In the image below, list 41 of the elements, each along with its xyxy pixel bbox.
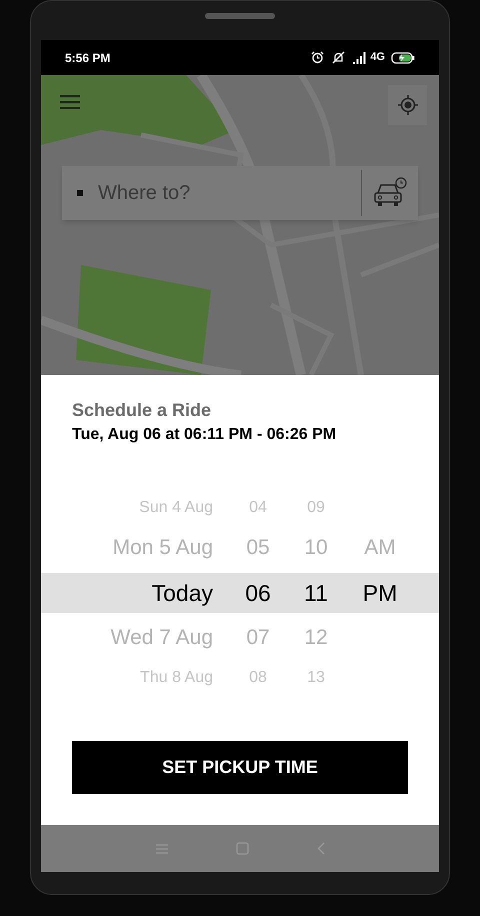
search-field[interactable]: Where to? bbox=[62, 166, 418, 220]
car-clock-icon[interactable] bbox=[372, 177, 408, 209]
battery-charging-icon bbox=[391, 52, 415, 64]
picker-value[interactable]: 07 bbox=[246, 626, 270, 650]
square-bullet-icon bbox=[77, 190, 83, 196]
picker-value[interactable]: 09 bbox=[307, 499, 325, 516]
picker-value[interactable]: 05 bbox=[246, 536, 270, 560]
picker-value[interactable]: Wed 7 Aug bbox=[110, 626, 213, 650]
picker-value[interactable]: 04 bbox=[249, 499, 267, 516]
bell-off-icon bbox=[332, 51, 346, 64]
schedule-summary: Tue, Aug 06 at 06:11 PM - 06:26 PM bbox=[72, 425, 338, 445]
menu-icon[interactable] bbox=[60, 95, 80, 109]
status-time: 5:56 PM bbox=[65, 50, 110, 66]
picker-value[interactable]: Thu 8 Aug bbox=[140, 669, 213, 686]
picker-row[interactable]: Thu 8 Aug 08 13 bbox=[41, 663, 439, 693]
sheet-title: Schedule a Ride bbox=[72, 399, 212, 421]
picker-value[interactable]: Sun 4 Aug bbox=[139, 499, 213, 516]
set-pickup-time-button[interactable]: SET PICKUP TIME bbox=[72, 741, 408, 794]
picker-row[interactable]: Today 06 11 PM bbox=[41, 573, 439, 613]
picker-value[interactable]: 11 bbox=[304, 580, 328, 606]
picker-value[interactable]: 06 bbox=[245, 580, 271, 606]
picker-value[interactable]: PM bbox=[362, 580, 398, 606]
picker-value[interactable]: 10 bbox=[304, 536, 328, 560]
picker-value[interactable]: 12 bbox=[304, 626, 328, 650]
locate-icon bbox=[396, 94, 418, 116]
alarm-icon bbox=[311, 51, 324, 64]
signal-icon bbox=[353, 52, 368, 64]
menu-icon[interactable] bbox=[156, 844, 168, 854]
picker-value[interactable]: AM bbox=[364, 536, 396, 560]
picker-row[interactable]: Mon 5 Aug 05 10 AM bbox=[41, 523, 439, 573]
picker-row[interactable]: Wed 7 Aug 07 12 bbox=[41, 613, 439, 663]
locate-button[interactable] bbox=[388, 85, 427, 125]
home-icon[interactable] bbox=[236, 842, 248, 855]
picker-value[interactable]: 08 bbox=[249, 669, 267, 686]
back-icon[interactable] bbox=[316, 842, 324, 855]
picker-value[interactable]: Today bbox=[152, 580, 213, 606]
picker-value[interactable]: 13 bbox=[307, 669, 325, 686]
picker-row[interactable]: Sun 4 Aug 04 09 bbox=[41, 493, 439, 523]
network-type: 4G bbox=[370, 50, 385, 66]
picker-value[interactable]: Mon 5 Aug bbox=[112, 536, 213, 560]
speaker-grille bbox=[205, 13, 275, 19]
